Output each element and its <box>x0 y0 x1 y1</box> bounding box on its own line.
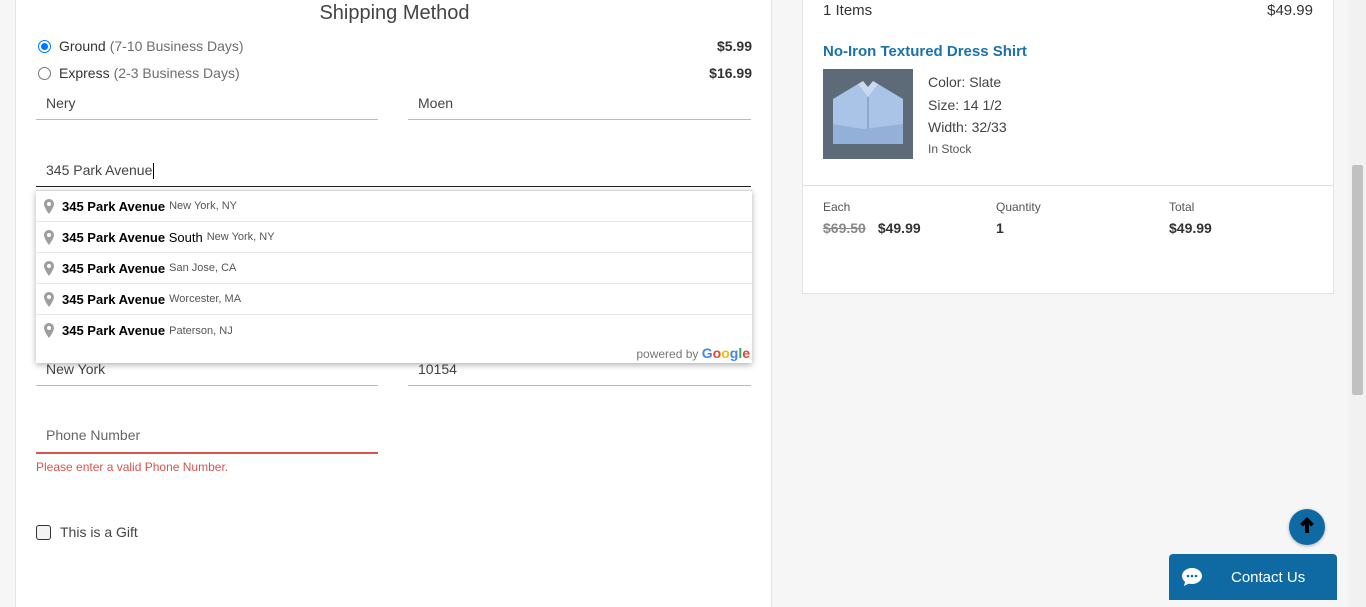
address-field[interactable]: 345 Park Avenue <box>36 155 751 187</box>
google-logo: Google <box>701 345 750 361</box>
shipping-option-name: Ground <box>59 38 106 54</box>
shipping-form-panel: Shipping Method Ground (7-10 Business Da… <box>15 0 772 607</box>
shipping-method-title: Shipping Method <box>319 2 470 24</box>
chat-bubble-icon <box>1181 567 1203 587</box>
product-image[interactable] <box>823 69 913 159</box>
text-caret <box>153 163 155 180</box>
autocomplete-main-text: 345 Park Avenue <box>62 323 166 338</box>
express-radio[interactable] <box>38 66 51 80</box>
shipping-option-price: $5.99 <box>716 38 752 54</box>
autocomplete-main-text: 345 Park Avenue <box>62 260 166 276</box>
autocomplete-item[interactable]: 345 Park Avenue Paterson, NJ <box>36 315 752 346</box>
gift-option[interactable]: This is a Gift <box>36 524 138 540</box>
phone-error-message: Please enter a valid Phone Number. <box>36 460 229 474</box>
autocomplete-secondary-text: New York, NY <box>169 200 237 212</box>
map-pin-icon <box>42 260 56 276</box>
autocomplete-main-text: 345 Park Avenue <box>62 291 166 307</box>
stock-status: In Stock <box>928 141 972 156</box>
product-width: Width: 32/33 <box>928 119 1007 135</box>
autocomplete-secondary-text: Worcester, MA <box>169 293 242 305</box>
shipping-option-express[interactable]: Express (2-3 Business Days) $16.99 <box>38 63 752 83</box>
autocomplete-main-text: 345 Park Avenue South <box>62 229 203 245</box>
arrow-up-icon <box>1299 516 1315 539</box>
product-size: Size: 14 1/2 <box>928 96 1002 113</box>
items-total: $49.99 <box>1267 2 1313 19</box>
summary-divider <box>803 185 1333 186</box>
page-scrollbar[interactable] <box>1349 0 1366 607</box>
autocomplete-secondary-text: San Jose, CA <box>169 262 237 274</box>
phone-field[interactable]: Phone Number <box>36 420 378 454</box>
shipping-option-name: Express <box>59 65 110 81</box>
quantity-column: Quantity 1 <box>996 200 1041 236</box>
product-attributes: Color: Slate Size: 14 1/2 Width: 32/33 I… <box>928 71 1007 159</box>
autocomplete-secondary-text: Paterson, NJ <box>169 324 233 337</box>
address-value: 345 Park Avenue <box>46 162 153 178</box>
shipping-option-ground[interactable]: Ground (7-10 Business Days) $5.99 <box>38 36 752 56</box>
shipping-option-days: (2-3 Business Days) <box>113 65 240 81</box>
gift-label: This is a Gift <box>60 524 138 540</box>
autocomplete-item[interactable]: 345 Park Avenue Worcester, MA <box>36 284 752 315</box>
each-label: Each <box>823 200 851 214</box>
first-name-field[interactable]: Nery <box>36 88 378 120</box>
autocomplete-secondary-text: New York, NY <box>206 231 275 243</box>
powered-by-google: powered by Google <box>636 345 750 361</box>
quantity-value: 1 <box>996 220 1004 236</box>
map-pin-icon <box>42 198 56 214</box>
address-autocomplete-dropdown: 345 Park Avenue New York, NY 345 Park Av… <box>36 190 752 363</box>
autocomplete-item[interactable]: 345 Park Avenue New York, NY <box>36 191 752 222</box>
autocomplete-item[interactable]: 345 Park Avenue South New York, NY <box>36 222 752 253</box>
quantity-label: Quantity <box>996 200 1041 214</box>
product-color: Color: Slate <box>928 74 1002 90</box>
autocomplete-item[interactable]: 345 Park Avenue San Jose, CA <box>36 253 752 284</box>
items-count: 1 Items <box>823 2 873 19</box>
map-pin-icon <box>42 291 56 307</box>
ground-radio[interactable] <box>38 39 51 53</box>
map-pin-icon <box>42 323 56 338</box>
total-label: Total <box>1169 200 1195 214</box>
original-price: $69.50 <box>823 220 866 236</box>
last-name-field[interactable]: Moen <box>408 88 751 120</box>
contact-us-label: Contact Us <box>1231 568 1306 586</box>
map-pin-icon <box>42 229 56 245</box>
scrollbar-thumb[interactable] <box>1352 165 1363 395</box>
powered-by-text: powered by <box>636 347 699 361</box>
shipping-option-price: $16.99 <box>709 65 752 81</box>
autocomplete-main-text: 345 Park Avenue <box>62 198 166 214</box>
gift-checkbox[interactable] <box>36 524 51 540</box>
shipping-option-days: (7-10 Business Days) <box>109 38 244 54</box>
scroll-to-top-button[interactable] <box>1289 509 1325 545</box>
contact-us-button[interactable]: Contact Us <box>1169 554 1337 600</box>
summary-header: 1 Items $49.99 <box>823 2 1313 19</box>
order-summary-panel: 1 Items $49.99 No-Iron Textured Dress Sh… <box>802 0 1334 294</box>
total-column: Total $49.99 <box>1169 200 1212 236</box>
product-name-link[interactable]: No-Iron Textured Dress Shirt <box>823 43 1027 60</box>
each-column: Each $69.50 $49.99 <box>823 200 921 236</box>
sale-price: $49.99 <box>877 220 921 236</box>
total-value: $49.99 <box>1169 220 1212 236</box>
